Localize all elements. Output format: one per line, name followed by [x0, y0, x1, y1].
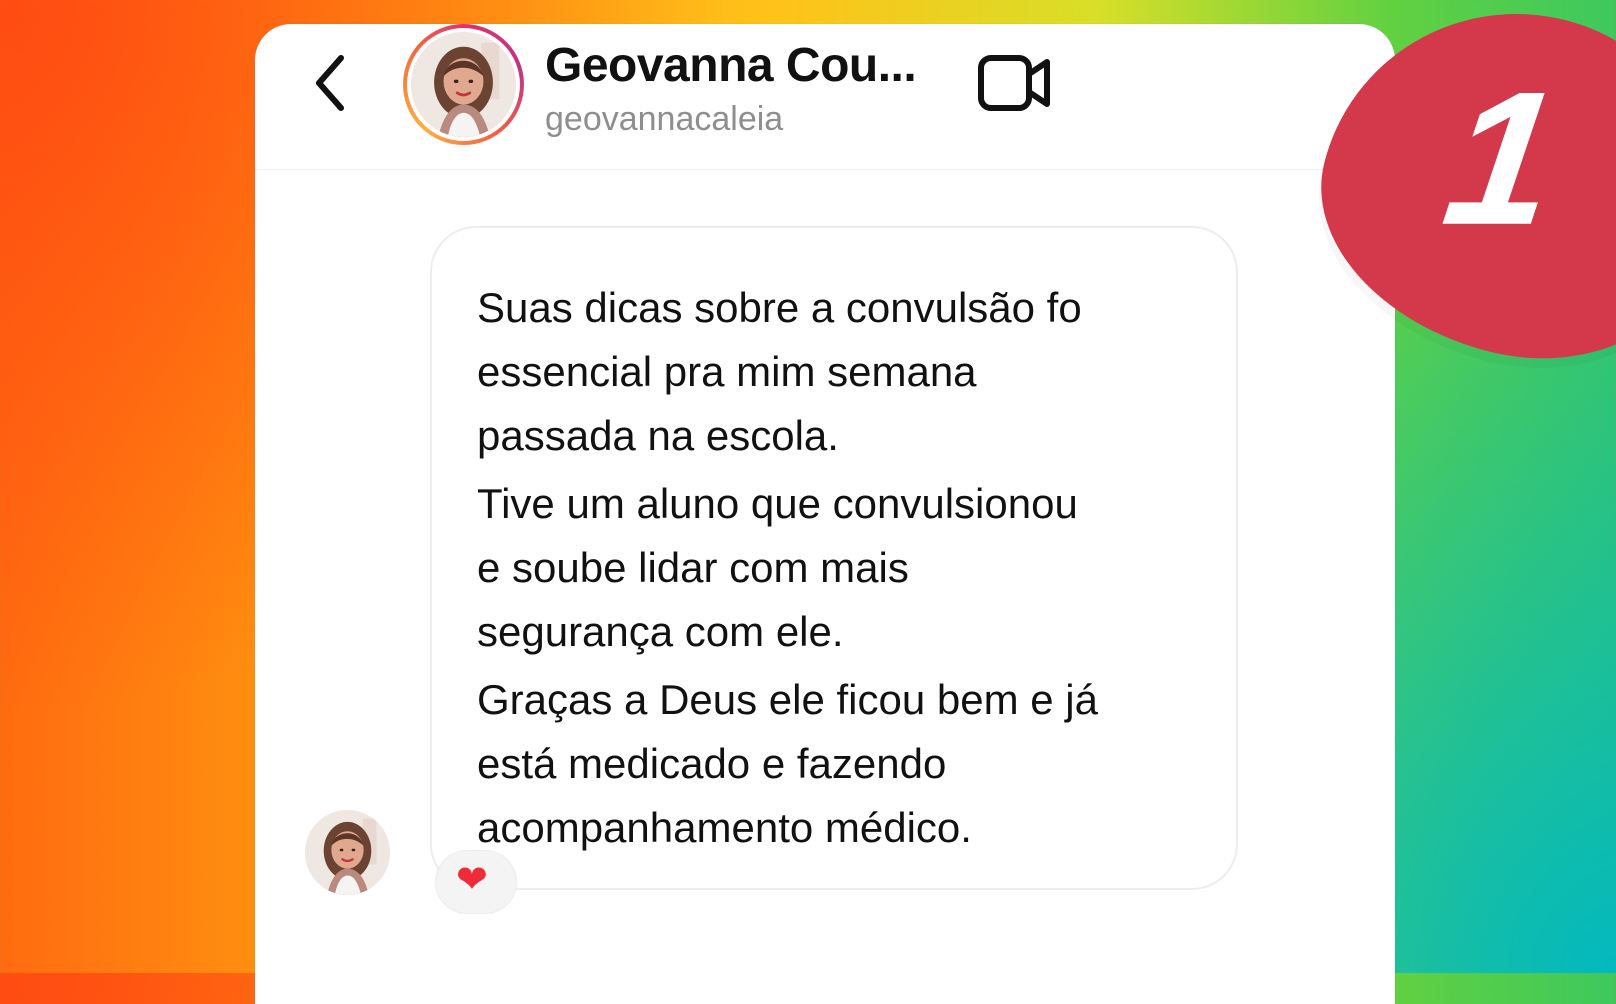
message-line-7: Graças a Deus ele ficou bem e já [477, 676, 1098, 723]
chat-header: Geovanna Cou... geovannacaleia [255, 24, 1395, 170]
video-call-button[interactable] [977, 50, 1057, 116]
message-line-9: acompanhamento médico. [477, 804, 972, 851]
message-line-2: essencial pra mim semana [477, 348, 977, 395]
profile-photo [411, 32, 516, 137]
message-line-3: passada na escola. [477, 412, 839, 459]
message-text: Suas dicas sobre a convulsão fo essencia… [477, 276, 1207, 860]
sender-photo-illustration [305, 810, 390, 895]
contact-avatar-frame [407, 28, 520, 141]
heart-icon: ❤ [456, 859, 488, 901]
contact-avatar[interactable] [403, 24, 524, 145]
message-line-1: Suas dicas sobre a convulsão fo [477, 284, 1082, 331]
message-line-4: Tive um aluno que convulsionou [477, 480, 1078, 527]
message-line-8: está medicado e fazendo [477, 740, 947, 787]
contact-name[interactable]: Geovanna Cou... [545, 38, 917, 93]
notification-count: 1 [1433, 52, 1570, 265]
video-call-icon [978, 55, 1050, 111]
back-button[interactable] [307, 52, 357, 114]
contact-handle[interactable]: geovannacaleia [545, 100, 783, 139]
back-chevron-icon [316, 55, 344, 111]
message-sender-avatar[interactable] [305, 810, 390, 895]
contact-photo-illustration [411, 32, 516, 137]
message-line-5: e soube lidar com mais [477, 544, 909, 591]
chat-card: Geovanna Cou... geovannacaleia Suas dica… [255, 0, 1616, 1004]
message-line-6: segurança com ele. [477, 608, 844, 655]
message-reaction[interactable]: ❤ [435, 850, 517, 914]
